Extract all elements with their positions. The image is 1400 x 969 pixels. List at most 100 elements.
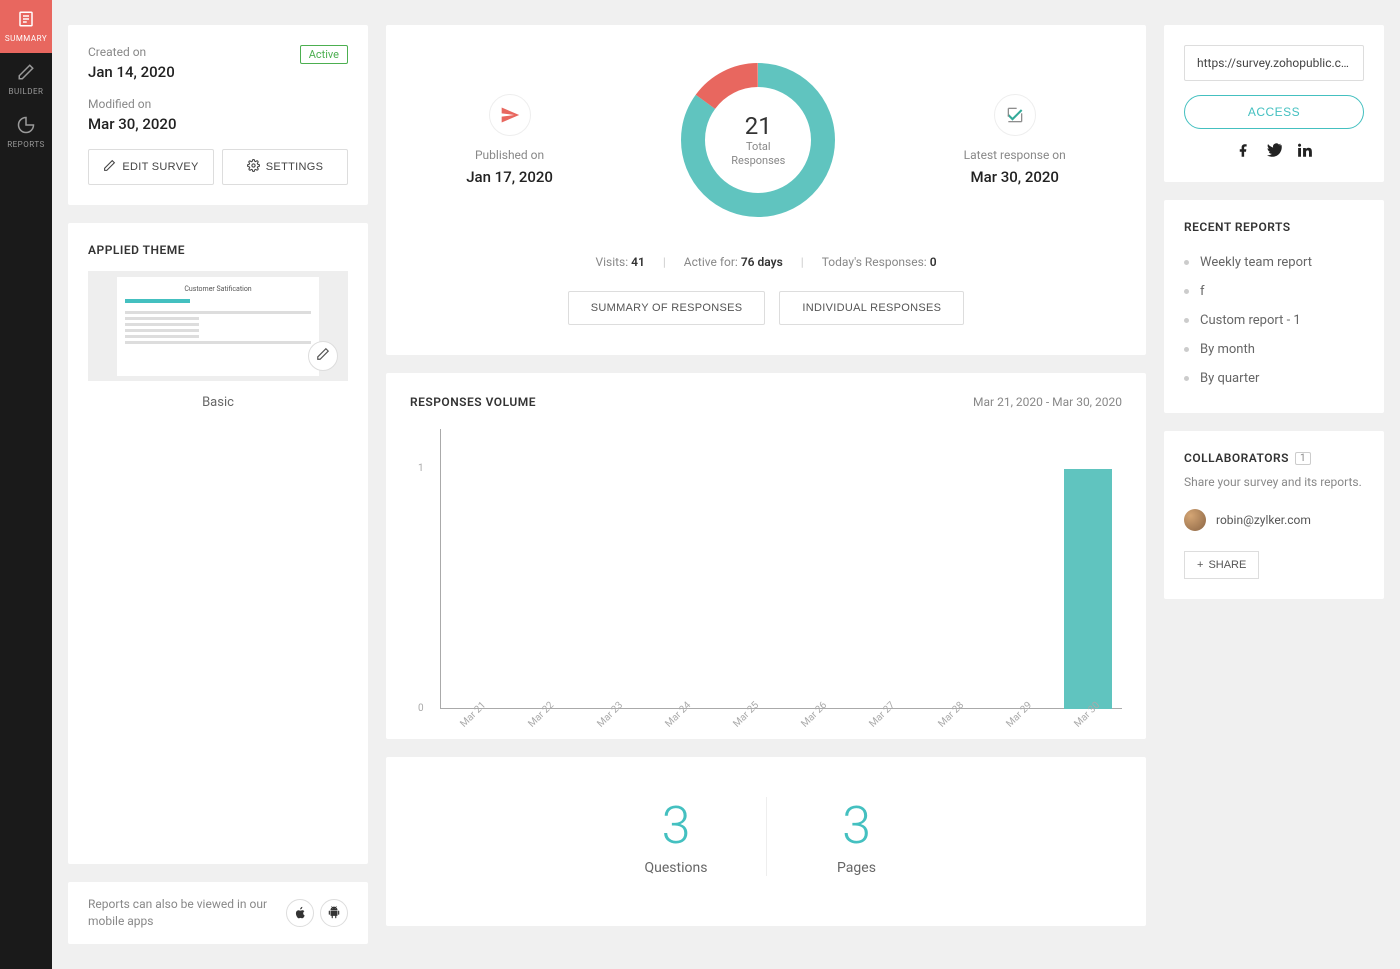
pages-num: 3 xyxy=(767,797,946,854)
mock-title: Customer Satification xyxy=(125,285,312,293)
pie-icon xyxy=(17,116,35,136)
today-label: Today's Responses: xyxy=(822,255,927,269)
status-badge: Active xyxy=(300,45,348,64)
linkedin-icon[interactable] xyxy=(1298,143,1313,162)
pages-label: Pages xyxy=(767,860,946,876)
chart-xlabel: Mar 22 xyxy=(527,700,557,730)
report-item[interactable]: By month xyxy=(1184,335,1364,364)
chart-xlabel: Mar 21 xyxy=(458,700,488,730)
report-item[interactable]: f xyxy=(1184,277,1364,306)
edit-survey-label: EDIT SURVEY xyxy=(122,161,198,173)
collab-email: robin@zylker.com xyxy=(1216,513,1311,527)
chart-xlabel: Mar 26 xyxy=(799,700,829,730)
chart-xlabel: Mar 27 xyxy=(868,700,898,730)
theme-title: APPLIED THEME xyxy=(88,243,348,257)
questions-num: 3 xyxy=(586,797,766,854)
report-item[interactable]: Custom report - 1 xyxy=(1184,306,1364,335)
questions-block: 3 Questions xyxy=(586,797,766,876)
chart-xlabel: Mar 25 xyxy=(731,700,761,730)
modified-label: Modified on xyxy=(88,97,348,111)
collaborators-card: COLLABORATORS 1 Share your survey and it… xyxy=(1164,431,1384,599)
nav-item-summary[interactable]: SUMMARY xyxy=(0,0,52,53)
plus-icon: + xyxy=(1197,559,1203,571)
collab-title: COLLABORATORS xyxy=(1184,451,1289,465)
questions-label: Questions xyxy=(586,860,766,876)
mobile-apps-card: Reports can also be viewed in our mobile… xyxy=(68,882,368,944)
theme-mockup: Customer Satification xyxy=(117,277,320,376)
active-label: Active for: xyxy=(684,255,738,269)
collab-subtitle: Share your survey and its reports. xyxy=(1184,475,1364,489)
nav-label: REPORTS xyxy=(7,140,45,149)
summary-icon xyxy=(17,10,35,30)
visits-label: Visits: xyxy=(595,255,628,269)
chart-range: Mar 21, 2020 - Mar 30, 2020 xyxy=(973,395,1122,409)
settings-label: SETTINGS xyxy=(266,161,323,173)
check-icon xyxy=(994,94,1036,136)
avatar xyxy=(1184,509,1206,531)
donut-label-2: Responses xyxy=(731,154,785,168)
report-item[interactable]: Weekly team report xyxy=(1184,248,1364,277)
recent-reports-card: RECENT REPORTS Weekly team reportfCustom… xyxy=(1164,200,1384,413)
questions-pages-card: 3 Questions 3 Pages xyxy=(386,757,1146,926)
latest-value: Mar 30, 2020 xyxy=(970,168,1058,186)
gear-icon xyxy=(247,159,260,175)
published-value: Jan 17, 2020 xyxy=(466,168,553,186)
created-value: Jan 14, 2020 xyxy=(88,63,348,81)
collaborator-row: robin@zylker.com xyxy=(1184,509,1364,531)
active-value: 76 days xyxy=(741,255,783,269)
paper-plane-icon xyxy=(489,94,531,136)
facebook-icon[interactable] xyxy=(1236,143,1251,162)
chart-xlabel: Mar 24 xyxy=(663,700,693,730)
pages-block: 3 Pages xyxy=(766,797,946,876)
collab-count: 1 xyxy=(1295,452,1311,465)
donut-chart: 21 Total Responses xyxy=(673,55,843,225)
report-item[interactable]: By quarter xyxy=(1184,364,1364,393)
theme-preview: Customer Satification xyxy=(88,271,348,381)
apple-icon[interactable] xyxy=(286,899,314,927)
nav-label: SUMMARY xyxy=(5,34,47,43)
reports-title: RECENT REPORTS xyxy=(1184,220,1364,234)
edit-theme-button[interactable] xyxy=(308,341,338,371)
chart-ytick: 0 xyxy=(418,703,424,714)
donut-label-1: Total xyxy=(746,140,771,154)
donut-number: 21 xyxy=(745,112,772,140)
share-button[interactable]: + SHARE xyxy=(1184,551,1259,579)
edit-survey-button[interactable]: EDIT SURVEY xyxy=(88,149,214,185)
latest-label: Latest response on xyxy=(964,148,1066,162)
visits-value: 41 xyxy=(631,255,645,269)
hero-card: Published on Jan 17, 2020 21 Total Respo… xyxy=(386,25,1146,355)
access-card: https://survey.zohopublic.co… ACCESS xyxy=(1164,25,1384,182)
theme-name: Basic xyxy=(88,395,348,410)
nav-item-builder[interactable]: BUILDER xyxy=(0,53,52,106)
twitter-icon[interactable] xyxy=(1267,143,1282,162)
theme-card: APPLIED THEME Customer Satification xyxy=(68,223,368,864)
mobile-text: Reports can also be viewed in our mobile… xyxy=(88,896,276,930)
share-label: SHARE xyxy=(1208,559,1246,571)
chart-xlabel: Mar 23 xyxy=(595,700,625,730)
meta-card: Active Created on Jan 14, 2020 Modified … xyxy=(68,25,368,205)
latest-block: Latest response on Mar 30, 2020 xyxy=(964,94,1066,186)
chart-ytick: 1 xyxy=(418,463,424,474)
summary-responses-button[interactable]: SUMMARY OF RESPONSES xyxy=(568,291,766,325)
sidebar-nav: SUMMARY BUILDER REPORTS xyxy=(0,0,52,969)
pencil-icon xyxy=(316,347,330,365)
responses-volume-card: RESPONSES VOLUME Mar 21, 2020 - Mar 30, … xyxy=(386,373,1146,739)
stats-row: Visits: 41 | Active for: 76 days | Today… xyxy=(406,255,1126,269)
android-icon[interactable] xyxy=(320,899,348,927)
chart-xlabel: Mar 28 xyxy=(936,700,966,730)
report-list: Weekly team reportfCustom report - 1By m… xyxy=(1184,248,1364,393)
chart-body: Mar 21Mar 22Mar 23Mar 24Mar 25Mar 26Mar … xyxy=(440,429,1122,709)
today-value: 0 xyxy=(930,255,937,269)
published-block: Published on Jan 17, 2020 xyxy=(466,94,553,186)
published-label: Published on xyxy=(475,148,544,162)
chart-title: RESPONSES VOLUME xyxy=(410,395,536,409)
settings-button[interactable]: SETTINGS xyxy=(222,149,348,185)
nav-item-reports[interactable]: REPORTS xyxy=(0,106,52,159)
pencil-icon xyxy=(103,159,116,175)
nav-label: BUILDER xyxy=(9,87,44,96)
individual-responses-button[interactable]: INDIVIDUAL RESPONSES xyxy=(779,291,964,325)
access-button[interactable]: ACCESS xyxy=(1184,95,1364,129)
chart-xlabel: Mar 29 xyxy=(1004,700,1034,730)
survey-url[interactable]: https://survey.zohopublic.co… xyxy=(1184,45,1364,81)
chart-bar xyxy=(1064,469,1112,709)
